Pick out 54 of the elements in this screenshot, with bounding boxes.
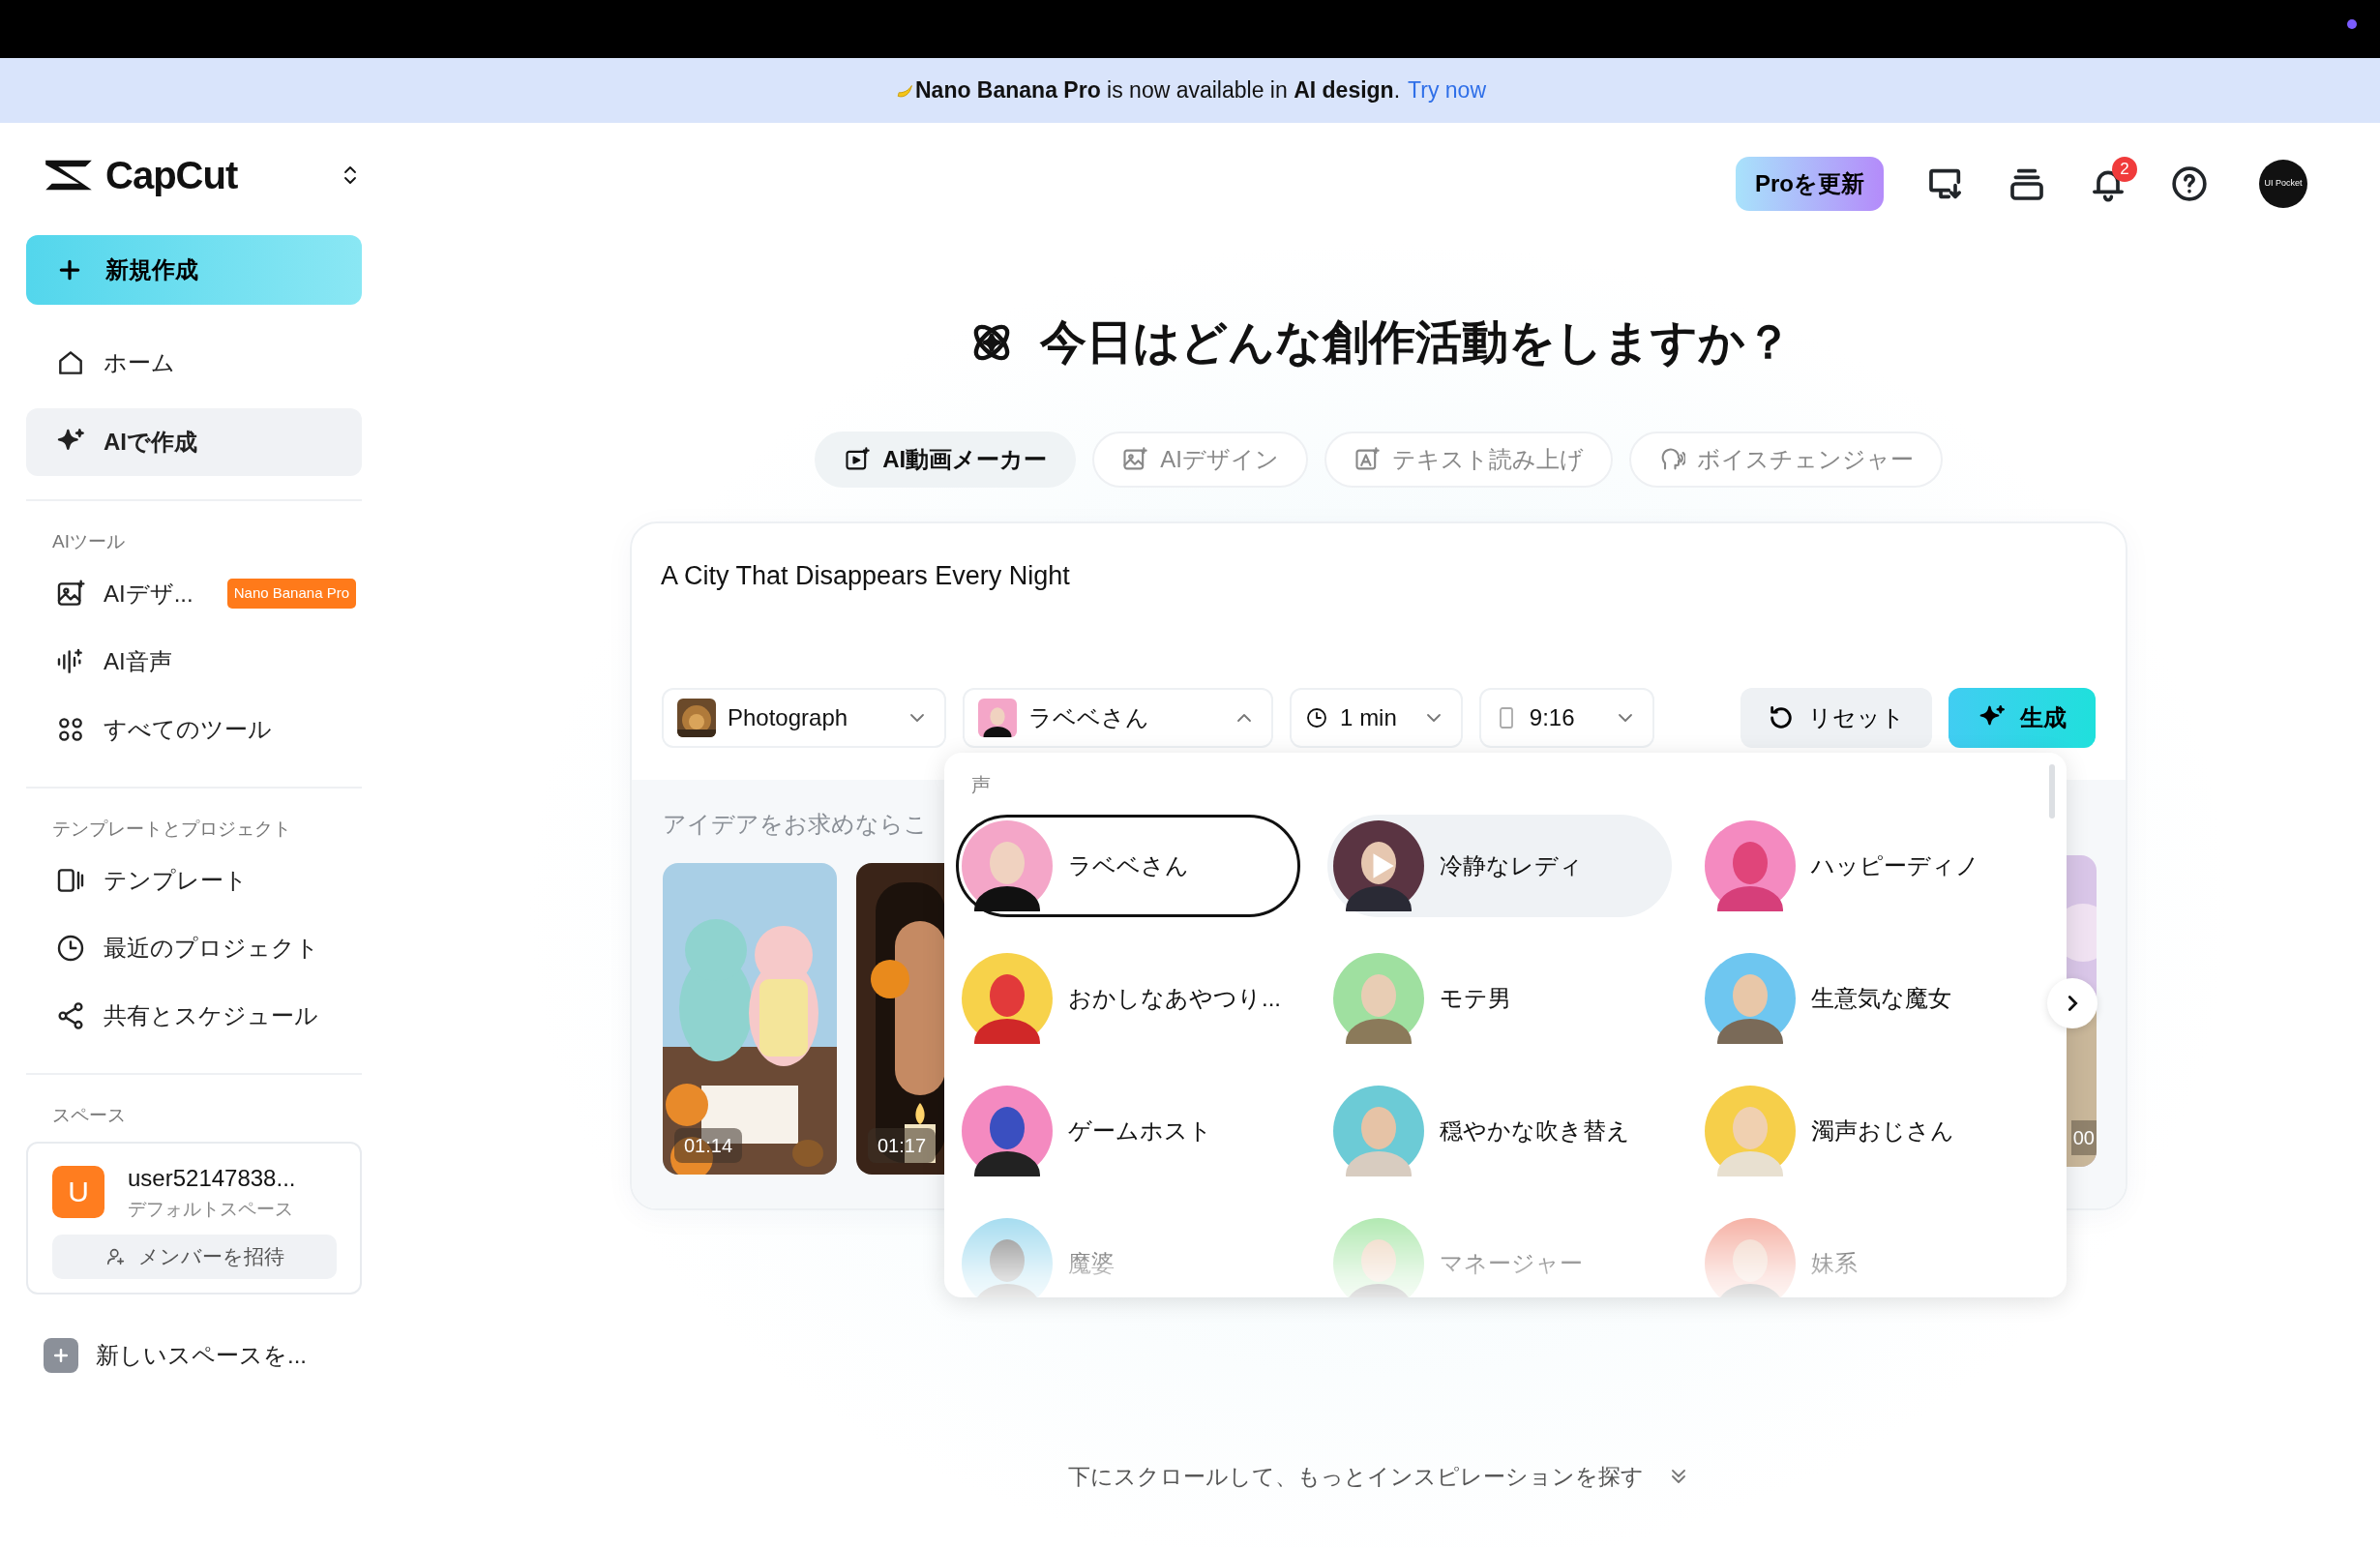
- section-label: スペース: [51, 1104, 127, 1127]
- rotate-icon: [1768, 704, 1795, 731]
- video-duration: 01:14: [674, 1128, 743, 1163]
- new-feature-badge: Nano Banana Pro: [226, 579, 356, 609]
- prompt-field[interactable]: A City That Disappears Every Night: [632, 523, 2126, 678]
- item-label: AIデザ...: [104, 579, 193, 609]
- reset-button[interactable]: リセット: [1740, 688, 1932, 748]
- user-name: user52147838...: [128, 1163, 296, 1193]
- ideas-label: アイデアをお求めならこ: [663, 810, 929, 839]
- try-now-link[interactable]: Try now: [1408, 74, 1486, 107]
- plus-icon: [44, 1338, 78, 1373]
- page-title: 今日はどんな創作活動をしますか？: [1039, 315, 1792, 370]
- add-person-icon: [104, 1246, 127, 1267]
- help-icon[interactable]: [2170, 164, 2209, 203]
- upgrade-button[interactable]: Proを更新: [1736, 157, 1884, 211]
- sidebar-item[interactable]: 最近のプロジェクト: [26, 914, 362, 982]
- duration-dropdown[interactable]: 1 min: [1290, 688, 1463, 748]
- space-subtitle: デフォルトスペース: [128, 1197, 294, 1221]
- status-dot-icon: [2347, 19, 2357, 29]
- sidebar-item[interactable]: 共有とスケジュール: [26, 982, 362, 1050]
- section-label: AIツール: [51, 530, 126, 553]
- video-duration: 00: [2070, 1120, 2097, 1155]
- voice-option[interactable]: 冷静なレディ: [1327, 815, 1672, 917]
- menu-heading: 声: [970, 773, 992, 797]
- tab[interactable]: AI動画メーカー: [815, 432, 1077, 488]
- plus-icon: [57, 257, 82, 283]
- clock-icon: [55, 933, 86, 964]
- nav-item[interactable]: AIで作成: [26, 408, 362, 476]
- sidebar-item[interactable]: テンプレート: [26, 847, 362, 914]
- clock-icon: [1305, 706, 1329, 729]
- new-project-button[interactable]: 新規作成: [26, 235, 362, 305]
- video-duration: 01:17: [868, 1128, 937, 1163]
- tab[interactable]: テキスト読み上げ: [1324, 432, 1613, 488]
- scroll-hint: 下にスクロールして、もっとインスピレーションを探す: [1067, 1463, 1644, 1491]
- notification-count: 2: [2112, 157, 2137, 182]
- tab[interactable]: AIデザイン: [1092, 432, 1308, 488]
- sidebar-item[interactable]: AIデザ... Nano Banana Pro: [26, 559, 362, 628]
- aspect-ratio-dropdown[interactable]: 9:16: [1478, 688, 1654, 748]
- sidebar-item[interactable]: すべてのツール: [26, 695, 362, 763]
- style-dropdown[interactable]: Photograph: [662, 688, 947, 748]
- invite-members-button[interactable]: メンバーを招待: [52, 1235, 337, 1279]
- sidebar-item[interactable]: AI音声: [26, 627, 362, 696]
- announcement-text: Nano Banana Pro is now available in AI design.: [915, 76, 1401, 105]
- logo-text: CapCut: [105, 153, 238, 198]
- new-space-item[interactable]: 新しいスペースを...: [26, 1322, 362, 1389]
- section-label: テンプレートとプロジェクト: [51, 817, 292, 841]
- voice-dropdown[interactable]: ラベベさん: [963, 688, 1274, 748]
- voice-option[interactable]: ラベベさん: [956, 815, 1300, 917]
- generate-button[interactable]: 生成: [1949, 688, 2096, 748]
- user-avatar: U: [52, 1165, 104, 1218]
- scrollbar: [2049, 764, 2055, 819]
- profile-avatar[interactable]: UI Pocket: [2259, 160, 2307, 208]
- nav-item[interactable]: ホーム: [26, 329, 362, 397]
- tab[interactable]: ボイスチェンジャー: [1628, 432, 1943, 488]
